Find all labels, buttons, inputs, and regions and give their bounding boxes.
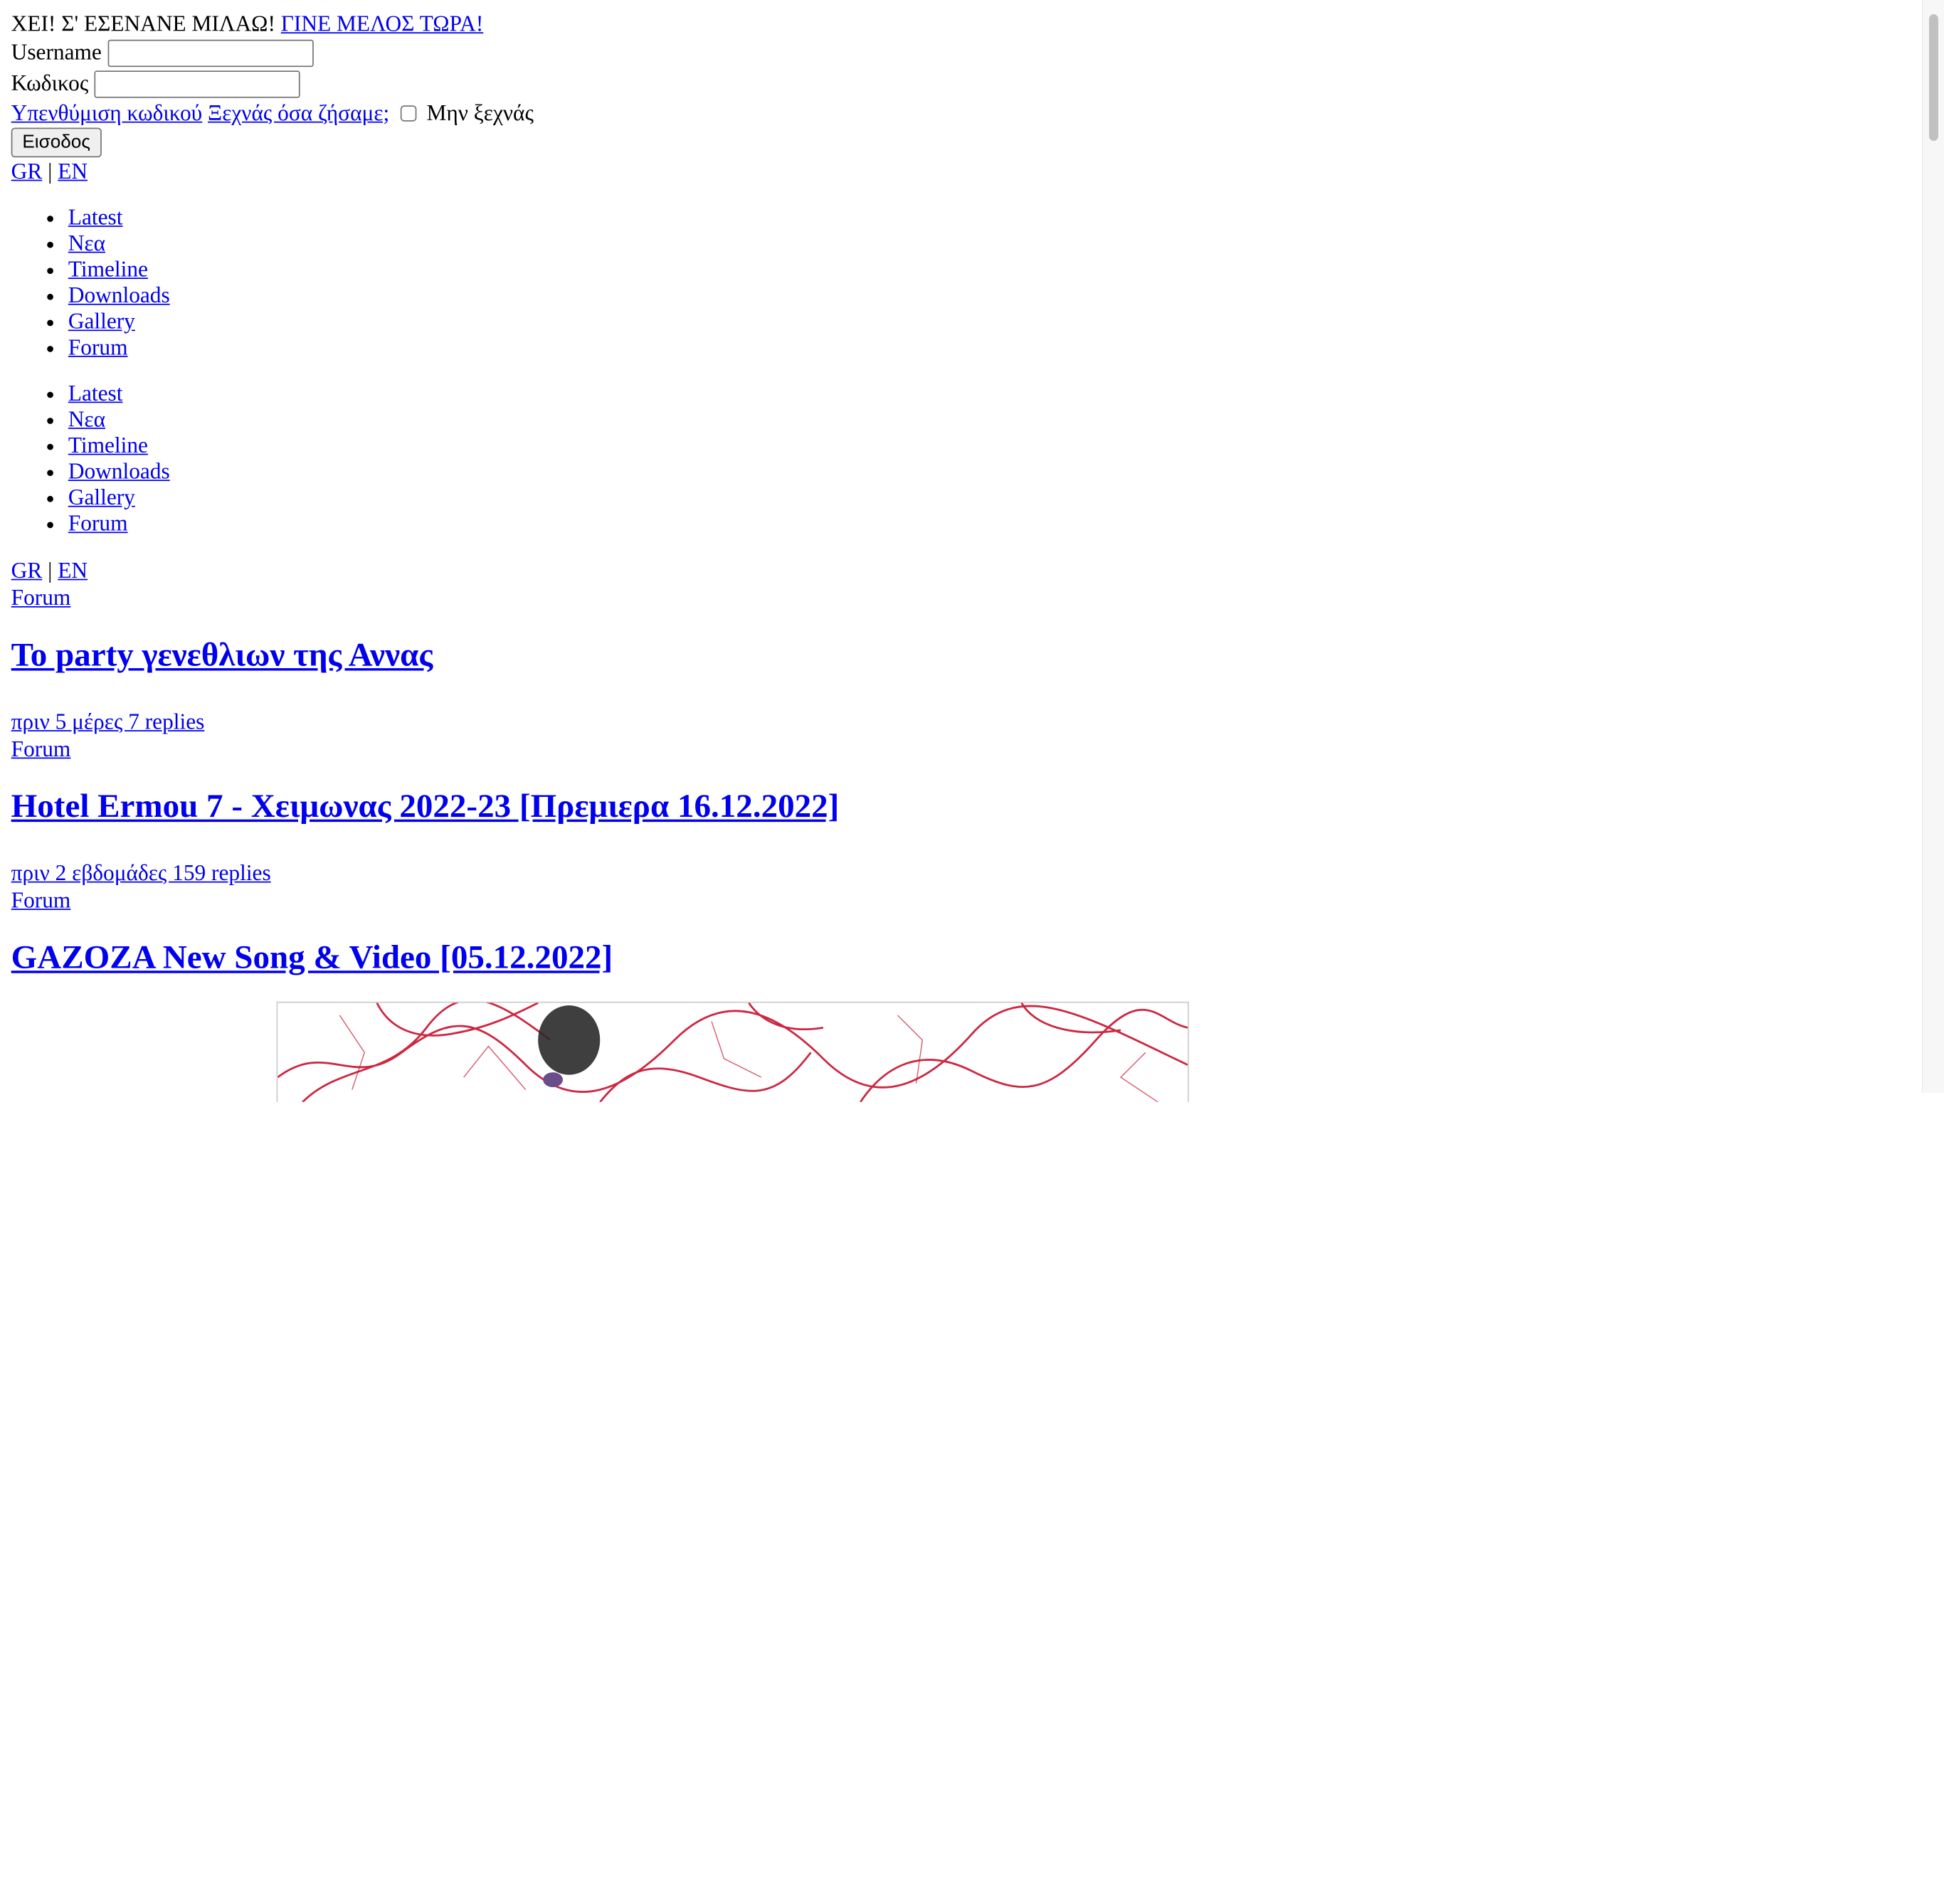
nav2-item-gallery: Gallery — [68, 485, 1909, 511]
nav2-link-gallery[interactable]: Gallery — [68, 485, 135, 509]
nav-link-timeline[interactable]: Timeline — [68, 257, 148, 282]
password-row: Κωδικος — [11, 68, 1909, 100]
nav2-item-nea: Νεα — [68, 406, 1909, 433]
nav2-link-downloads[interactable]: Downloads — [68, 459, 170, 484]
post-title-link[interactable]: Hotel Ermou 7 - Χειμωνας 2022-23 [Πρεμιε… — [11, 787, 840, 824]
post-title: GAZOZA New Song & Video [05.12.2022] — [11, 914, 1909, 977]
lang2-gr-link[interactable]: GR — [11, 557, 43, 583]
lang-en-link[interactable]: EN — [58, 158, 88, 184]
language-switcher: GR | EN — [11, 157, 1909, 184]
post-2: Forum Hotel Ermou 7 - Χειμωνας 2022-23 [… — [11, 735, 1909, 887]
post-title: To party γενεθλιων της Αννας — [11, 611, 1909, 708]
nav-item-timeline: Timeline — [68, 257, 1909, 283]
password-label: Κωδικος — [11, 70, 89, 96]
nav-item-forum: Forum — [68, 334, 1909, 361]
scrollbar[interactable] — [1922, 0, 1944, 1093]
nav-item-gallery: Gallery — [68, 309, 1909, 335]
remember-label: Μην ξεχνάς — [426, 100, 534, 125]
username-row: Username — [11, 37, 1909, 68]
greeting-row: ΧΕΙ! Σ' ΕΣΕΝΑΝΕ ΜΙΛΑΩ! ΓΙΝΕ ΜΕΛΟΣ ΤΩΡΑ! — [11, 10, 1909, 37]
remind-password-link[interactable]: Υπενθύμιση κωδικού — [11, 100, 203, 126]
nav-link-latest[interactable]: Latest — [68, 204, 123, 229]
nav-link-downloads[interactable]: Downloads — [68, 282, 170, 307]
post-title: Hotel Ermou 7 - Χειμωνας 2022-23 [Πρεμιε… — [11, 763, 1909, 860]
login-button[interactable]: Εισοδος — [11, 127, 102, 157]
nav2-item-downloads: Downloads — [68, 459, 1909, 485]
nav2-item-forum: Forum — [68, 511, 1909, 537]
post-image-artwork — [278, 1003, 1188, 1102]
nav2-link-nea[interactable]: Νεα — [68, 406, 105, 431]
password-input[interactable] — [94, 70, 301, 97]
nav-item-downloads: Downloads — [68, 282, 1909, 309]
lang2-en-link[interactable]: EN — [58, 557, 88, 583]
post-1: Forum To party γενεθλιων της Αννας πριν … — [11, 584, 1909, 736]
post-meta-link[interactable]: πριν 2 εβδομάδες 159 replies — [11, 860, 271, 886]
scrollbar-thumb[interactable] — [1929, 14, 1938, 141]
post-category-link[interactable]: Forum — [11, 736, 71, 762]
nav2-item-timeline: Timeline — [68, 433, 1909, 459]
nav2-link-timeline[interactable]: Timeline — [68, 433, 148, 458]
greeting-text: ΧΕΙ! Σ' ΕΣΕΝΑΝΕ ΜΙΛΑΩ! — [11, 10, 275, 36]
main-nav: Latest Νεα Timeline Downloads Gallery Fo… — [11, 204, 1909, 361]
post-title-link[interactable]: To party γενεθλιων της Αννας — [11, 636, 433, 673]
nav-item-nea: Νεα — [68, 231, 1909, 257]
post-title-link[interactable]: GAZOZA New Song & Video [05.12.2022] — [11, 938, 613, 975]
join-link[interactable]: ΓΙΝΕ ΜΕΛΟΣ ΤΩΡΑ! — [281, 11, 483, 37]
nav-link-gallery[interactable]: Gallery — [68, 309, 135, 334]
language-switcher-2: GR | EN — [11, 556, 1909, 583]
nav2-link-forum[interactable]: Forum — [68, 511, 128, 536]
secondary-nav: Latest Νεα Timeline Downloads Gallery Fo… — [11, 381, 1909, 537]
submit-row: Εισοδος — [11, 127, 1909, 158]
nav2-link-latest[interactable]: Latest — [68, 381, 123, 406]
nav-link-forum[interactable]: Forum — [68, 334, 128, 359]
username-input[interactable] — [107, 38, 314, 67]
username-label: Username — [11, 39, 102, 65]
remember-checkbox[interactable] — [400, 105, 417, 121]
lang2-separator: | — [48, 557, 53, 583]
post-3: Forum GAZOZA New Song & Video [05.12.202… — [11, 887, 1909, 1102]
nav2-item-latest: Latest — [68, 381, 1909, 407]
post-category-link[interactable]: Forum — [11, 887, 71, 914]
post-meta-link[interactable]: πριν 5 μέρες 7 replies — [11, 709, 205, 735]
lang-separator: | — [48, 158, 53, 183]
nav-item-latest: Latest — [68, 204, 1909, 231]
lang-gr-link[interactable]: GR — [11, 158, 43, 184]
post-category-link[interactable]: Forum — [11, 584, 71, 610]
forgot-link[interactable]: Ξεχνάς όσα ζήσαμε; — [208, 100, 389, 126]
login-links-row: Υπενθύμιση κωδικού Ξεχνάς όσα ζήσαμε; Μη… — [11, 99, 1909, 126]
post-image[interactable] — [276, 1001, 1189, 1102]
nav-link-nea[interactable]: Νεα — [68, 231, 105, 255]
